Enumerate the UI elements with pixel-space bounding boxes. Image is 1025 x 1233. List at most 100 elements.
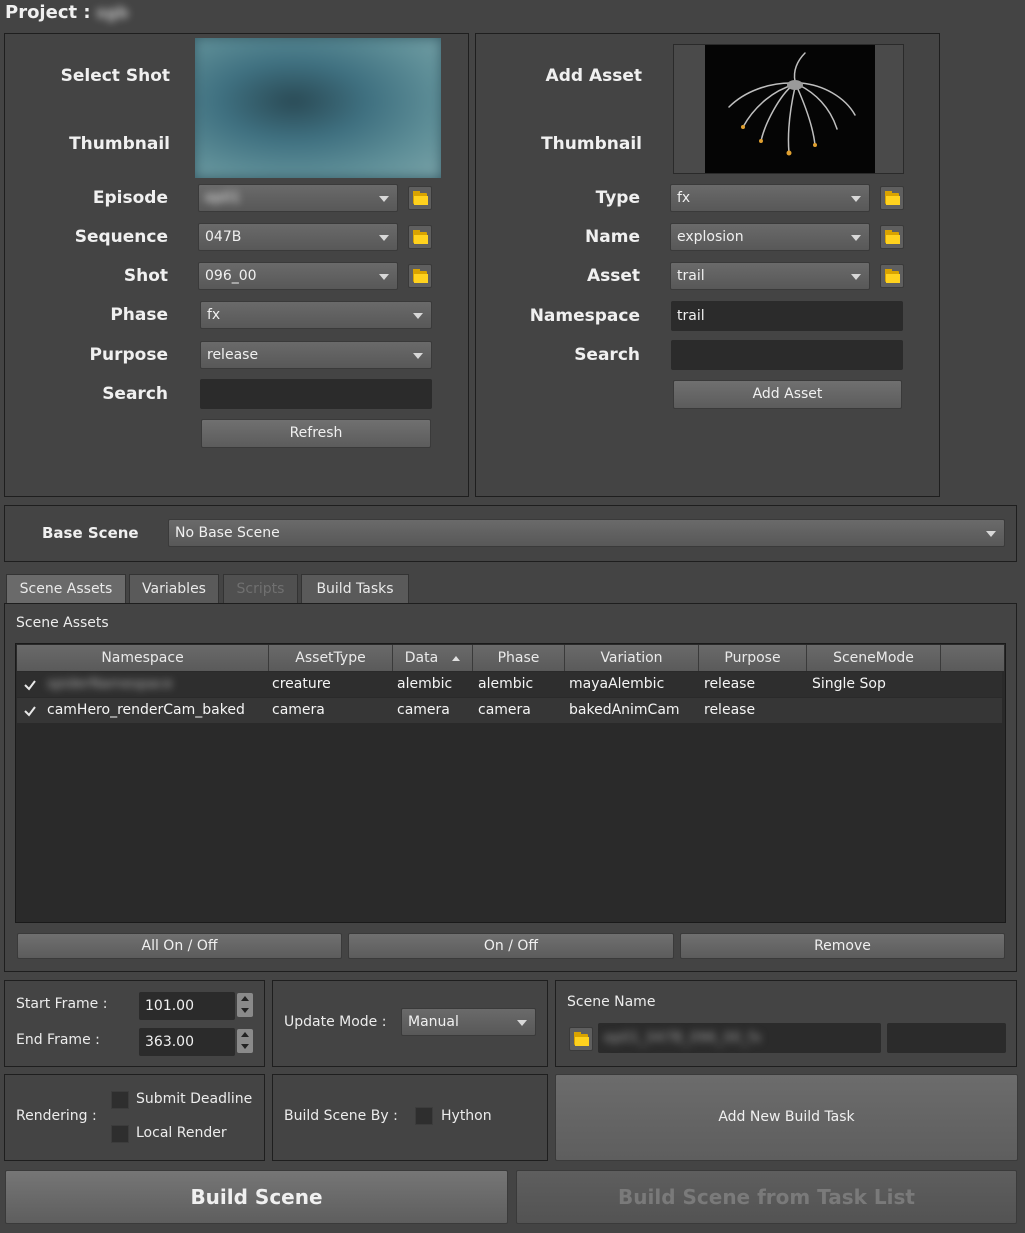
asset-folder-icon[interactable]	[880, 264, 904, 288]
chevron-down-icon	[379, 235, 389, 241]
cell-namespace: camHero_renderCam_baked	[47, 702, 245, 718]
cell-phase: camera	[478, 702, 531, 718]
checkmark-icon[interactable]	[23, 704, 37, 718]
shot-label: Shot	[123, 266, 168, 286]
cell-assettype: creature	[272, 676, 331, 692]
scene-name-label: Scene Name	[567, 994, 656, 1010]
sequence-value: 047B	[205, 229, 242, 245]
base-scene-dropdown[interactable]: No Base Scene	[168, 519, 1005, 547]
update-mode-dropdown[interactable]: Manual	[401, 1008, 536, 1036]
column-header-namespace[interactable]: Namespace	[17, 645, 269, 671]
end-frame-input[interactable]: 363.00	[139, 1028, 235, 1056]
name-folder-icon[interactable]	[880, 225, 904, 249]
start-frame-spinner-icon[interactable]	[237, 993, 253, 1017]
build-scene-button[interactable]: Build Scene	[5, 1170, 508, 1224]
tab-scripts[interactable]: Scripts	[223, 574, 298, 604]
chevron-down-icon	[379, 196, 389, 202]
local-render-label: Local Render	[136, 1125, 227, 1141]
column-header-data[interactable]: Data	[393, 645, 473, 671]
sequence-folder-icon[interactable]	[408, 225, 432, 249]
tab-build-tasks[interactable]: Build Tasks	[301, 574, 409, 604]
end-frame-label: End Frame :	[16, 1032, 100, 1048]
submit-deadline-checkbox[interactable]	[111, 1091, 129, 1109]
scene-name-input[interactable]: ep01_047B_096_00_fx	[598, 1023, 881, 1053]
update-mode-value: Manual	[408, 1014, 459, 1030]
end-frame-spinner-icon[interactable]	[237, 1029, 253, 1053]
sequence-dropdown[interactable]: 047B	[198, 223, 398, 251]
sort-ascending-icon	[452, 655, 461, 661]
cell-assettype: camera	[272, 702, 325, 718]
phase-label: Phase	[110, 305, 168, 325]
add-new-build-task-button[interactable]: Add New Build Task	[555, 1074, 1018, 1161]
remove-button[interactable]: Remove	[680, 933, 1005, 959]
tab-variables[interactable]: Variables	[129, 574, 219, 604]
refresh-button[interactable]: Refresh	[201, 419, 431, 448]
table-row[interactable]: spiderNamespace creature alembic alembic…	[17, 672, 1002, 697]
type-label: Type	[595, 188, 640, 208]
tab-scene-assets[interactable]: Scene Assets	[6, 574, 126, 604]
shot-search-input[interactable]	[200, 379, 432, 409]
chevron-down-icon	[413, 313, 423, 319]
asset-dropdown[interactable]: trail	[670, 262, 870, 290]
shot-thumbnail-image[interactable]	[195, 38, 441, 178]
checkmark-icon[interactable]	[23, 678, 37, 692]
shot-dropdown[interactable]: 096_00	[198, 262, 398, 290]
asset-thumbnail-image[interactable]	[673, 44, 904, 174]
scene-assets-title: Scene Assets	[16, 615, 109, 631]
on-off-button[interactable]: On / Off	[348, 933, 674, 959]
purpose-dropdown[interactable]: release	[200, 341, 432, 369]
chevron-down-icon	[379, 274, 389, 280]
cell-namespace: spiderNamespace	[47, 676, 173, 692]
shot-search-label: Search	[102, 384, 168, 404]
local-render-checkbox[interactable]	[111, 1125, 129, 1143]
shot-thumbnail-label: Thumbnail	[69, 134, 170, 154]
cell-purpose: release	[704, 702, 756, 718]
select-shot-label: Select Shot	[60, 66, 170, 86]
build-scene-from-task-list-button[interactable]: Build Scene from Task List	[516, 1170, 1017, 1224]
table-row[interactable]: camHero_renderCam_baked camera camera ca…	[17, 698, 1002, 723]
sequence-label: Sequence	[74, 227, 168, 247]
name-dropdown[interactable]: explosion	[670, 223, 870, 251]
chevron-down-icon	[851, 274, 861, 280]
project-name: sgb	[96, 3, 129, 22]
chevron-down-icon	[986, 531, 996, 537]
chevron-down-icon	[517, 1020, 527, 1026]
type-dropdown[interactable]: fx	[670, 184, 870, 212]
add-asset-label: Add Asset	[545, 66, 642, 86]
episode-value: ep01	[205, 190, 241, 206]
column-header-phase[interactable]: Phase	[473, 645, 565, 671]
namespace-input[interactable]: trail	[671, 301, 903, 331]
column-header-assettype[interactable]: AssetType	[269, 645, 393, 671]
column-header-purpose[interactable]: Purpose	[699, 645, 807, 671]
episode-folder-icon[interactable]	[408, 186, 432, 210]
build-by-label: Build Scene By :	[284, 1108, 398, 1124]
add-asset-button[interactable]: Add Asset	[673, 380, 902, 409]
phase-value: fx	[207, 307, 221, 323]
asset-search-input[interactable]	[671, 340, 903, 370]
scene-name-folder-icon[interactable]	[569, 1027, 593, 1051]
hython-label: Hython	[441, 1108, 492, 1124]
name-label: Name	[585, 227, 640, 247]
start-frame-input[interactable]: 101.00	[139, 992, 235, 1020]
asset-thumbnail-fx-render	[728, 52, 856, 156]
scene-name-suffix-input[interactable]	[887, 1023, 1006, 1053]
cell-purpose: release	[704, 676, 756, 692]
phase-dropdown[interactable]: fx	[200, 301, 432, 329]
shot-folder-icon[interactable]	[408, 264, 432, 288]
base-scene-value: No Base Scene	[175, 525, 280, 541]
purpose-label: Purpose	[89, 345, 168, 365]
shot-value: 096_00	[205, 268, 257, 284]
hython-checkbox[interactable]	[415, 1107, 433, 1125]
cell-scenemode: Single Sop	[812, 676, 886, 692]
all-on-off-button[interactable]: All On / Off	[17, 933, 342, 959]
type-folder-icon[interactable]	[880, 186, 904, 210]
project-label: Project :	[5, 2, 91, 23]
asset-search-label: Search	[574, 345, 640, 365]
start-frame-label: Start Frame :	[16, 996, 108, 1012]
asset-value: trail	[677, 268, 705, 284]
column-header-scenemode[interactable]: SceneMode	[807, 645, 941, 671]
episode-dropdown[interactable]: ep01	[198, 184, 398, 212]
chevron-down-icon	[851, 235, 861, 241]
name-value: explosion	[677, 229, 744, 245]
column-header-variation[interactable]: Variation	[565, 645, 699, 671]
